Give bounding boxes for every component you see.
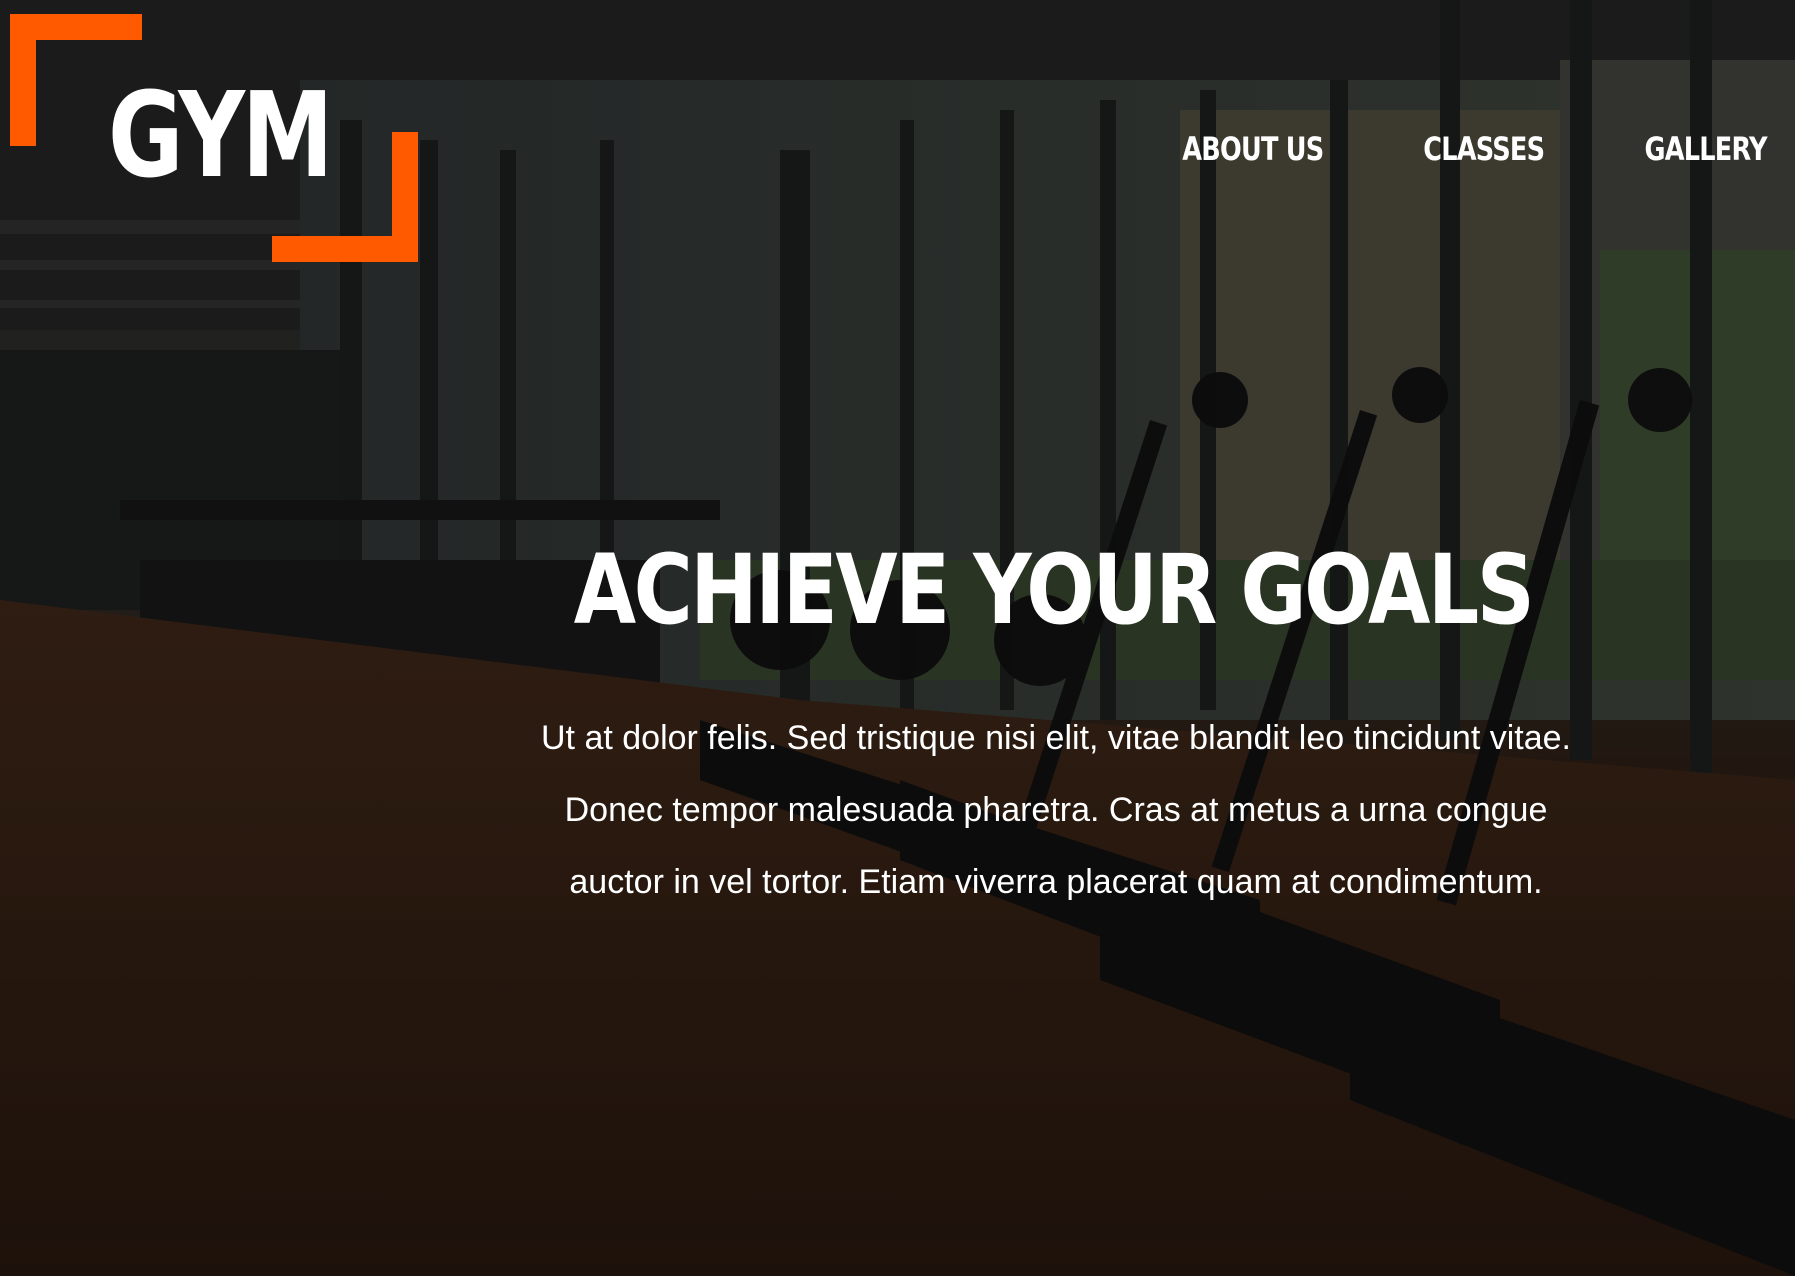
nav-item-classes[interactable]: CLASSES: [1423, 130, 1545, 168]
logo[interactable]: GYM: [10, 14, 418, 262]
nav-item-gallery[interactable]: GALLERY: [1645, 130, 1768, 168]
logo-text: GYM: [108, 66, 334, 204]
hero-section: GYM ABOUT US CLASSES GALLERY ACHIEVE YOU…: [0, 0, 1795, 1276]
hero-headline: ACHIEVE YOUR GOALS: [573, 534, 1535, 647]
main-nav: ABOUT US CLASSES GALLERY: [1147, 130, 1768, 168]
logo-bracket-top-left-vertical: [10, 14, 36, 146]
nav-item-about-us[interactable]: ABOUT US: [1182, 130, 1324, 168]
hero-description: Ut at dolor felis. Sed tristique nisi el…: [541, 719, 1571, 901]
logo-bracket-bottom-right-vertical: [392, 132, 418, 262]
